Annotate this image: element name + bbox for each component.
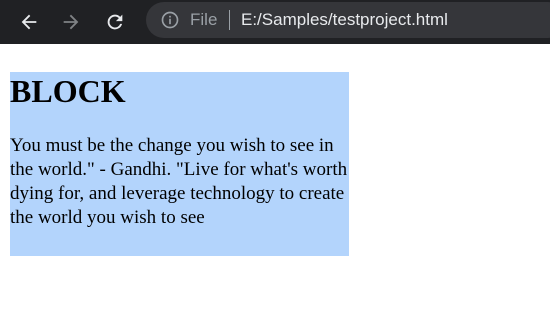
info-icon[interactable] [160, 10, 180, 30]
address-separator [229, 10, 230, 30]
forward-button[interactable] [54, 5, 88, 39]
browser-toolbar: File E:/Samples/testproject.html [0, 0, 550, 44]
page-heading: BLOCK [10, 73, 126, 109]
reload-icon [107, 14, 123, 30]
address-bar[interactable]: File E:/Samples/testproject.html [146, 2, 550, 38]
arrow-left-icon [21, 14, 37, 30]
arrow-right-icon [63, 14, 79, 30]
back-button[interactable] [12, 5, 46, 39]
content-block: BLOCK You must be the change you wish to… [10, 72, 349, 256]
url-text[interactable]: E:/Samples/testproject.html [241, 9, 448, 31]
scheme-label: File [190, 10, 218, 29]
reload-button[interactable] [98, 5, 132, 39]
block-paragraph: You must be the change you wish to see i… [10, 135, 348, 228]
